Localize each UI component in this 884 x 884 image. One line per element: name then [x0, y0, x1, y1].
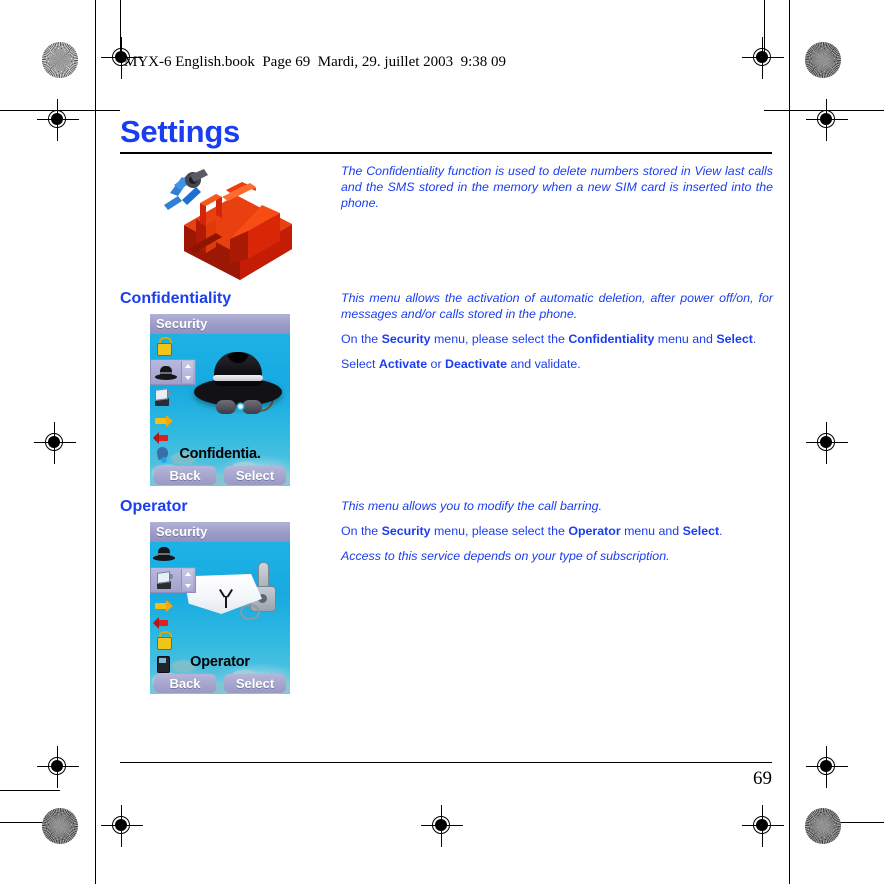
scroll-arrows-icon[interactable] [181, 569, 193, 591]
phone-title-bar: Security [150, 314, 290, 334]
body-text: On the [341, 523, 382, 538]
footer-rule [120, 762, 772, 763]
body-text: . [719, 523, 723, 538]
emphasis-text: Deactivate [445, 356, 508, 371]
body-text: On the [341, 331, 382, 346]
rail-padlock-icon[interactable] [153, 336, 175, 356]
body-text: This menu allows the activation of autom… [341, 291, 773, 321]
emphasis-text: Select [716, 331, 753, 346]
body-text: This menu allows you to modify the call … [341, 499, 603, 513]
confidentiality-text-block: This menu allows the activation of autom… [341, 291, 773, 373]
emphasis-text: Select [682, 523, 720, 538]
confidentiality-paragraph-3: Select Activate or Deactivate and valida… [341, 357, 773, 373]
rail-red-arrow-icon[interactable] [153, 428, 175, 444]
rail-yellow-arrow-icon[interactable] [153, 596, 175, 612]
softkey-back-button[interactable]: Back [154, 674, 216, 693]
intro-paragraph-block: The Confidentiality function is used to … [341, 164, 773, 221]
softkey-back-button[interactable]: Back [154, 466, 216, 485]
section-heading-confidentiality: Confidentiality [120, 290, 232, 307]
flag-and-key-artwork [184, 562, 288, 628]
body-text: . [752, 331, 757, 346]
confidentiality-paragraph-1: This menu allows the activation of autom… [341, 291, 773, 323]
toolbox-with-pliers-illustration [160, 163, 295, 281]
body-text: menu and [620, 523, 683, 538]
operator-paragraph-1: This menu allows you to modify the call … [341, 499, 773, 515]
body-text: menu and [654, 331, 717, 346]
confidentiality-paragraph-2: On the Security menu, please select the … [341, 332, 773, 348]
emphasis-text: Security [381, 331, 431, 346]
phone-title-bar: Security [150, 522, 290, 542]
manual-page: MYX-6 English.book Page 69 Mardi, 29. ju… [0, 0, 884, 884]
fedora-hat-artwork [194, 348, 282, 420]
emphasis-text: Confidentiality [568, 331, 655, 346]
softkey-select-button[interactable]: Select [224, 466, 286, 485]
operator-paragraph-3: Access to this service depends on your t… [341, 549, 773, 565]
body-text: or [427, 356, 446, 371]
running-header: MYX-6 English.book Page 69 Mardi, 29. ju… [124, 54, 507, 70]
operator-paragraph-2: On the Security menu, please select the … [341, 524, 773, 540]
title-rule [120, 152, 772, 154]
phone-menu-caption: Confidentia. [179, 446, 261, 462]
rail-yellow-arrow-icon[interactable] [153, 411, 175, 427]
rail-fedora-hat-icon[interactable] [153, 544, 175, 564]
body-text: menu, please select the [430, 331, 569, 346]
phone-screenshot-operator: Security Operator Back Select [150, 522, 290, 694]
body-text: menu, please select the [430, 523, 569, 538]
section-heading-operator: Operator [120, 498, 188, 515]
emphasis-text: Security [381, 523, 431, 538]
softkey-select-button[interactable]: Select [224, 674, 286, 693]
emphasis-text: Operator [568, 523, 621, 538]
phone-softkey-bar: Back Select [150, 673, 290, 694]
emphasis-text: Activate [378, 356, 428, 371]
body-text: Select [341, 356, 379, 371]
body-text: and validate. [507, 356, 581, 371]
rail-fedora-hat-icon-selected[interactable] [150, 359, 196, 385]
page-title: Settings [120, 114, 240, 149]
operator-text-block: This menu allows you to modify the call … [341, 499, 773, 565]
scroll-arrows-icon[interactable] [181, 361, 193, 383]
page-number: 69 [753, 768, 772, 789]
body-text: Access to this service depends on your t… [341, 548, 670, 563]
rail-operator-flag-key-icon-selected[interactable] [150, 567, 196, 593]
phone-softkey-bar: Back Select [150, 465, 290, 486]
rail-padlock-icon[interactable] [153, 630, 175, 650]
rail-operator-flag-key-icon[interactable] [153, 388, 175, 408]
phone-screenshot-confidentiality: Security Confidentia. Back Select [150, 314, 290, 486]
intro-paragraph: The Confidentiality function is used to … [341, 164, 773, 210]
phone-menu-caption: Operator [190, 654, 250, 670]
rail-red-arrow-icon[interactable] [153, 613, 175, 629]
